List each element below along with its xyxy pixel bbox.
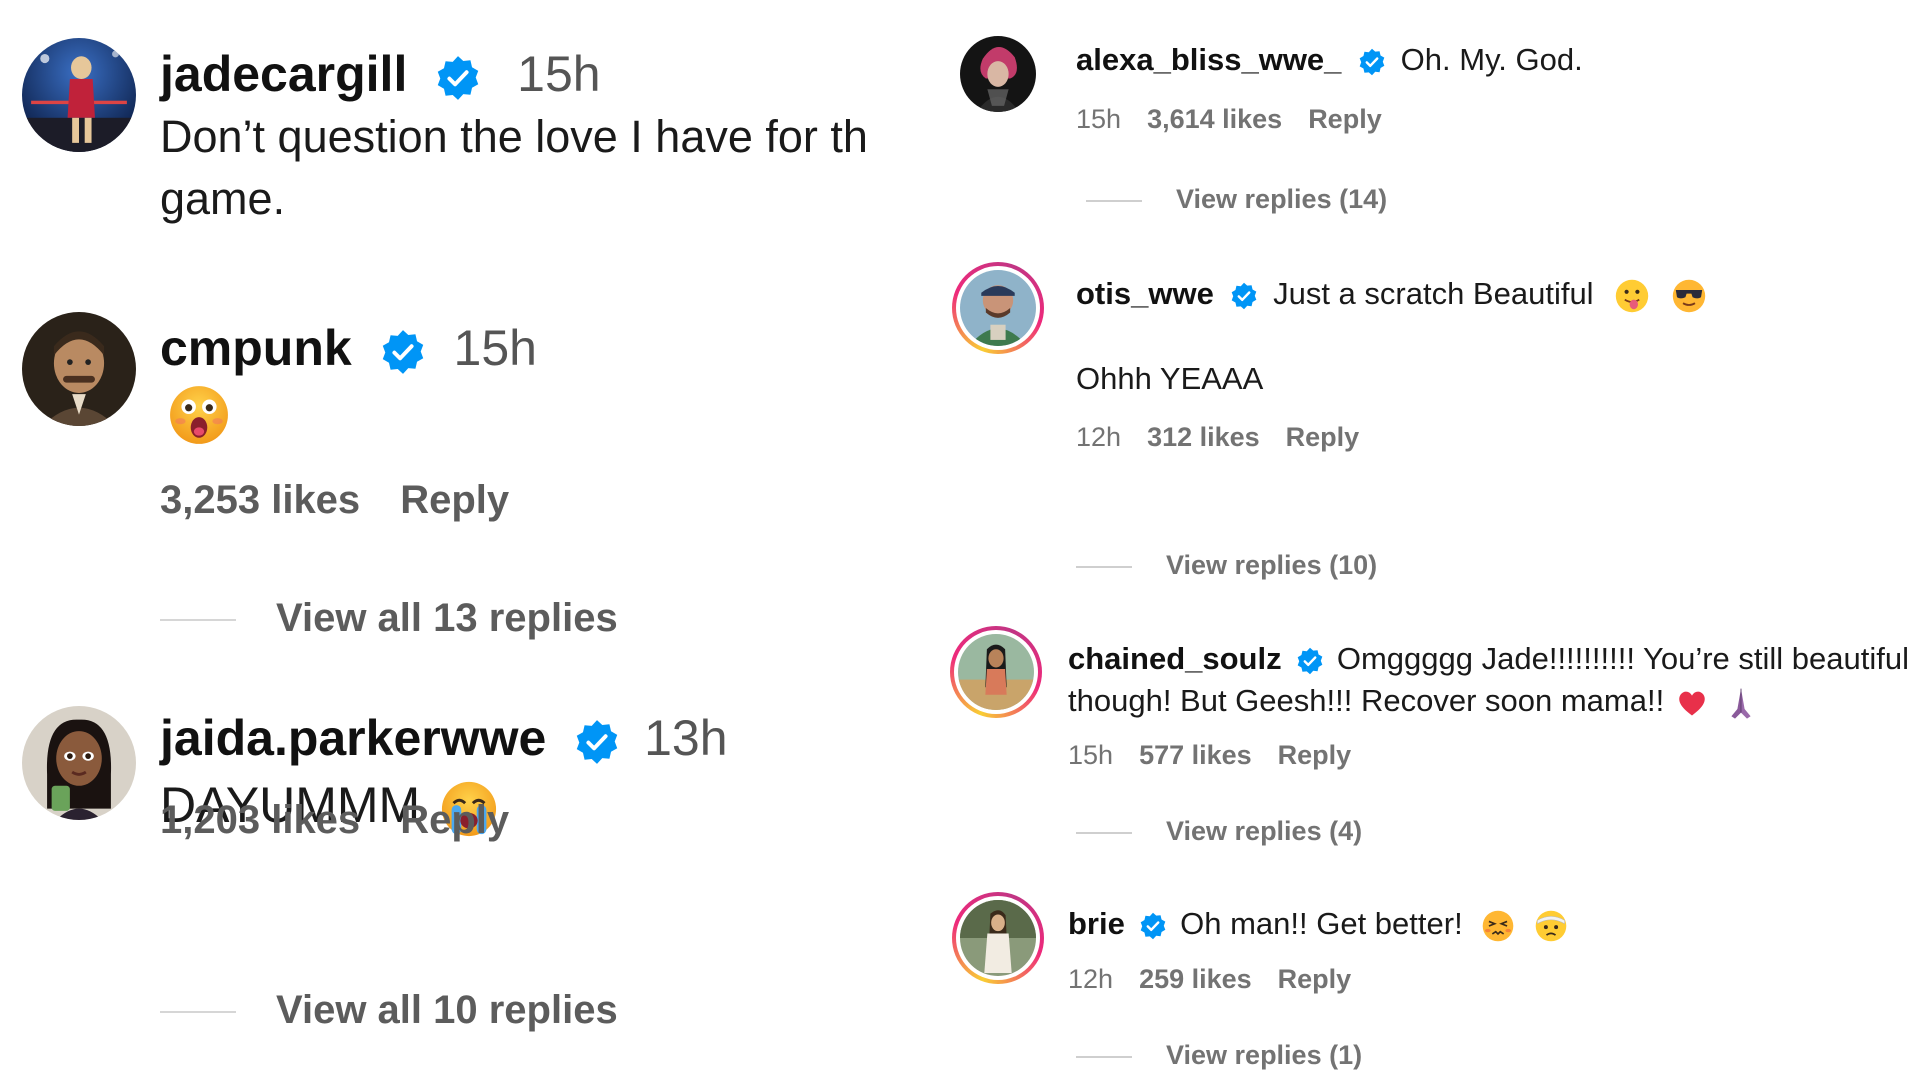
divider-line bbox=[1076, 565, 1132, 568]
avatar-chained-soulz[interactable] bbox=[950, 626, 1042, 718]
likes-count[interactable]: 1,203 likes bbox=[160, 798, 360, 842]
avatar-cmpunk[interactable] bbox=[22, 312, 136, 426]
comment-header: jaida.parkerwwe 13h bbox=[160, 708, 728, 768]
likes-count[interactable]: 577 likes bbox=[1139, 740, 1252, 770]
red-heart-emoji bbox=[1675, 686, 1709, 720]
verified-badge-icon bbox=[574, 719, 620, 765]
comment-text: Just a scratch Beautiful bbox=[1273, 276, 1594, 311]
comment-text-line2: Ohhh YEAAA bbox=[1076, 361, 1264, 396]
username[interactable]: jadecargill bbox=[160, 46, 407, 102]
verified-badge-icon bbox=[1296, 647, 1324, 675]
view-replies-label: View all 10 replies bbox=[276, 988, 618, 1032]
avatar-otis-wwe[interactable] bbox=[952, 262, 1044, 354]
reply-button[interactable]: Reply bbox=[1286, 422, 1360, 452]
username[interactable]: chained_soulz bbox=[1068, 641, 1282, 676]
username[interactable]: jaida.parkerwwe bbox=[160, 710, 546, 766]
timestamp: 15h bbox=[453, 320, 537, 376]
comment-header: alexa_bliss_wwe_ Oh. My. God. bbox=[1076, 40, 1583, 80]
divider-line bbox=[1086, 199, 1142, 202]
comment-meta: 15h 3,614 likes Reply bbox=[1076, 104, 1382, 135]
verified-badge-icon bbox=[435, 55, 481, 101]
sunglasses-face-emoji bbox=[1671, 278, 1707, 314]
divider-line bbox=[160, 619, 236, 622]
username[interactable]: otis_wwe bbox=[1076, 276, 1214, 311]
comment-body: chained_soulz Omggggg Jade!!!!!!!!!! You… bbox=[1068, 638, 1909, 722]
reply-button[interactable]: Reply bbox=[1308, 104, 1382, 134]
comment-text: Oh man!! Get better! bbox=[1180, 906, 1463, 941]
comment-meta: 12h 312 likes Reply bbox=[1076, 422, 1359, 453]
verified-badge-icon bbox=[1139, 912, 1167, 940]
timestamp: 12h bbox=[1076, 422, 1122, 452]
comment-text-line2: though! But Geesh!!! Recover soon mama!! bbox=[1068, 683, 1665, 718]
timestamp: 15h bbox=[1076, 104, 1122, 134]
avatar-alexa-bliss-wwe[interactable] bbox=[960, 36, 1036, 112]
divider-line bbox=[1076, 1055, 1132, 1058]
bandaged-face-emoji bbox=[1534, 909, 1568, 943]
view-replies-label: View replies (4) bbox=[1166, 816, 1363, 846]
avatar-brie[interactable] bbox=[952, 892, 1044, 984]
view-replies-button[interactable]: View replies (10) bbox=[1076, 550, 1377, 581]
timestamp: 15h bbox=[1068, 740, 1114, 770]
comment-header: otis_wwe Just a scratch Beautiful bbox=[1076, 274, 1707, 314]
verified-badge-icon bbox=[1230, 282, 1258, 310]
avatar-jaida-parkerwwe[interactable] bbox=[22, 706, 136, 820]
verified-badge-icon bbox=[1358, 48, 1386, 76]
view-replies-button[interactable]: View replies (1) bbox=[1076, 1040, 1362, 1071]
view-replies-button[interactable]: View replies (14) bbox=[1086, 184, 1387, 215]
view-replies-label: View replies (10) bbox=[1166, 550, 1378, 580]
comment-header: brie Oh man!! Get better! bbox=[1068, 904, 1568, 944]
view-replies-label: View replies (1) bbox=[1166, 1040, 1363, 1070]
view-replies-button[interactable]: View all 13 replies bbox=[160, 596, 618, 641]
comment-text: Don’t question the love I have for th ga… bbox=[160, 111, 868, 224]
comment-meta: 3,253 likes Reply bbox=[160, 478, 509, 523]
view-replies-button[interactable]: View all 10 replies bbox=[160, 988, 618, 1033]
view-replies-label: View replies (14) bbox=[1176, 184, 1388, 214]
astonished-face-emoji bbox=[168, 384, 230, 446]
username[interactable]: brie bbox=[1068, 906, 1125, 941]
timestamp: 13h bbox=[644, 710, 728, 766]
comment-header: cmpunk 15h bbox=[160, 318, 537, 378]
reply-button[interactable]: Reply bbox=[400, 798, 509, 842]
avatar-jadecargill[interactable] bbox=[22, 38, 136, 152]
likes-count[interactable]: 312 likes bbox=[1147, 422, 1260, 452]
likes-count[interactable]: 3,253 likes bbox=[160, 478, 360, 522]
reply-button[interactable]: Reply bbox=[400, 478, 509, 522]
reply-button[interactable]: Reply bbox=[1278, 740, 1352, 770]
comment-text: Oh. My. God. bbox=[1400, 42, 1583, 77]
comment-meta: 1,203 likes Reply bbox=[160, 798, 509, 843]
username[interactable]: alexa_bliss_wwe_ bbox=[1076, 42, 1341, 77]
reply-button[interactable]: Reply bbox=[1278, 964, 1352, 994]
comment-meta: 12h 259 likes Reply bbox=[1068, 964, 1351, 995]
comment-header: jadecargill 15h bbox=[160, 44, 601, 104]
timestamp: 15h bbox=[517, 46, 601, 102]
view-replies-label: View all 13 replies bbox=[276, 596, 618, 640]
comment-text: Omggggg Jade!!!!!!!!!! You’re still beau… bbox=[1336, 641, 1909, 676]
view-replies-button[interactable]: View replies (4) bbox=[1076, 816, 1362, 847]
likes-count[interactable]: 259 likes bbox=[1139, 964, 1252, 994]
comment-meta: 15h 577 likes Reply bbox=[1068, 740, 1351, 771]
divider-line bbox=[160, 1011, 236, 1014]
timestamp: 12h bbox=[1068, 964, 1114, 994]
verified-badge-icon bbox=[380, 329, 426, 375]
praying-hands-emoji bbox=[1723, 685, 1759, 721]
divider-line bbox=[1076, 831, 1132, 834]
likes-count[interactable]: 3,614 likes bbox=[1147, 104, 1282, 134]
username[interactable]: cmpunk bbox=[160, 320, 352, 376]
tongue-face-emoji bbox=[1614, 278, 1650, 314]
persevering-face-emoji bbox=[1481, 909, 1515, 943]
